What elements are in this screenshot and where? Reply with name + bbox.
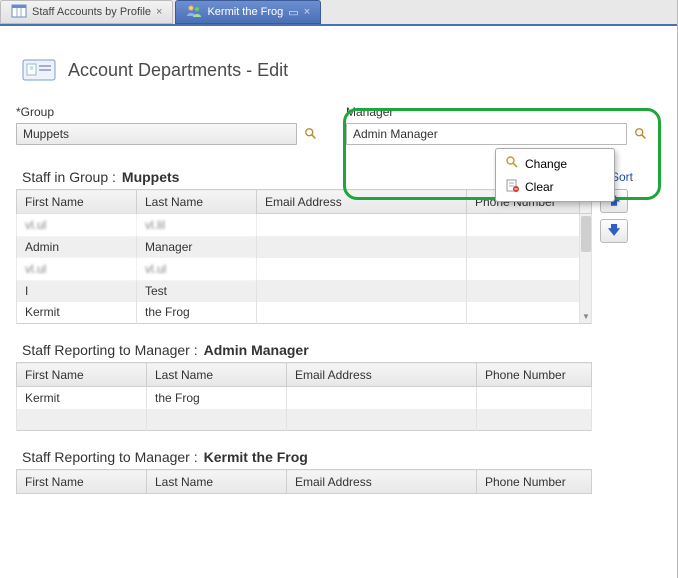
scrollbar[interactable]: ▼ — [580, 214, 592, 324]
section-value: Muppets — [122, 169, 180, 185]
col-last[interactable]: Last Name — [137, 190, 257, 214]
menu-change[interactable]: Change — [499, 152, 611, 175]
page-header: Account Departments - Edit — [22, 56, 661, 85]
col-email[interactable]: Email Address — [287, 363, 477, 387]
section-label: Staff in Group : — [22, 169, 116, 185]
section-label: Staff Reporting to Manager : — [22, 342, 198, 358]
table-row[interactable] — [17, 409, 592, 431]
section-label: Staff Reporting to Manager : — [22, 449, 198, 465]
close-icon[interactable]: × — [304, 6, 310, 18]
table-row[interactable]: AdminManager — [17, 236, 592, 258]
tab-label: Staff Accounts by Profile — [32, 6, 151, 18]
staff-in-group-grid: First Name Last Name Email Address Phone… — [16, 189, 592, 324]
manager-label: Manager — [346, 105, 650, 119]
section-value: Kermit the Frog — [204, 449, 308, 465]
department-icon — [22, 56, 56, 85]
section-reporting-kermit: Staff Reporting to Manager : Kermit the … — [16, 449, 661, 494]
table-row[interactable]: Kermitthe Frog — [17, 302, 592, 324]
col-first[interactable]: First Name — [17, 190, 137, 214]
tab-kermit[interactable]: Kermit the Frog ▭ × — [175, 0, 321, 24]
col-last[interactable]: Last Name — [147, 363, 287, 387]
tab-bar: Staff Accounts by Profile × Kermit the F… — [0, 0, 677, 26]
group-combo[interactable]: Muppets — [16, 123, 297, 145]
section-reporting-admin: Staff Reporting to Manager : Admin Manag… — [16, 342, 661, 431]
menu-clear-label: Clear — [525, 180, 554, 194]
section-value: Admin Manager — [204, 342, 309, 358]
search-icon — [505, 155, 519, 172]
group-lookup-icon[interactable] — [302, 125, 320, 143]
manager-lookup-icon[interactable] — [632, 125, 650, 143]
reporting2-grid: First Name Last Name Email Address Phone… — [16, 469, 592, 494]
close-icon[interactable]: × — [156, 6, 162, 18]
grid-icon — [11, 3, 27, 22]
clear-icon — [505, 178, 519, 195]
restore-icon[interactable]: ▭ — [288, 6, 298, 19]
menu-change-label: Change — [525, 157, 567, 171]
col-email[interactable]: Email Address — [287, 470, 477, 494]
table-row[interactable]: vl.ulvl.ul — [17, 258, 592, 280]
manager-value: Admin Manager — [353, 127, 438, 141]
context-menu: Change Clear — [495, 148, 615, 202]
tab-label: Kermit the Frog — [207, 6, 283, 18]
page-title: Account Departments - Edit — [68, 60, 288, 81]
col-phone[interactable]: Phone Number — [477, 470, 592, 494]
reporting1-grid: First Name Last Name Email Address Phone… — [16, 362, 592, 431]
table-row[interactable]: ITest — [17, 280, 592, 302]
col-email[interactable]: Email Address — [257, 190, 467, 214]
col-first[interactable]: First Name — [17, 363, 147, 387]
group-label: Group — [16, 105, 320, 119]
col-phone[interactable]: Phone Number — [477, 363, 592, 387]
table-row[interactable]: Kermitthe Frog — [17, 387, 592, 409]
people-icon — [186, 3, 202, 22]
menu-clear[interactable]: Clear — [499, 175, 611, 198]
tab-staff-accounts[interactable]: Staff Accounts by Profile × — [0, 0, 173, 24]
col-first[interactable]: First Name — [17, 470, 147, 494]
table-row[interactable]: vl.ulvl.lil▼ — [17, 214, 592, 236]
move-down-button[interactable]: 🡇 — [600, 219, 628, 243]
group-value: Muppets — [23, 127, 69, 141]
manager-input[interactable]: Admin Manager — [346, 123, 627, 145]
col-last[interactable]: Last Name — [147, 470, 287, 494]
